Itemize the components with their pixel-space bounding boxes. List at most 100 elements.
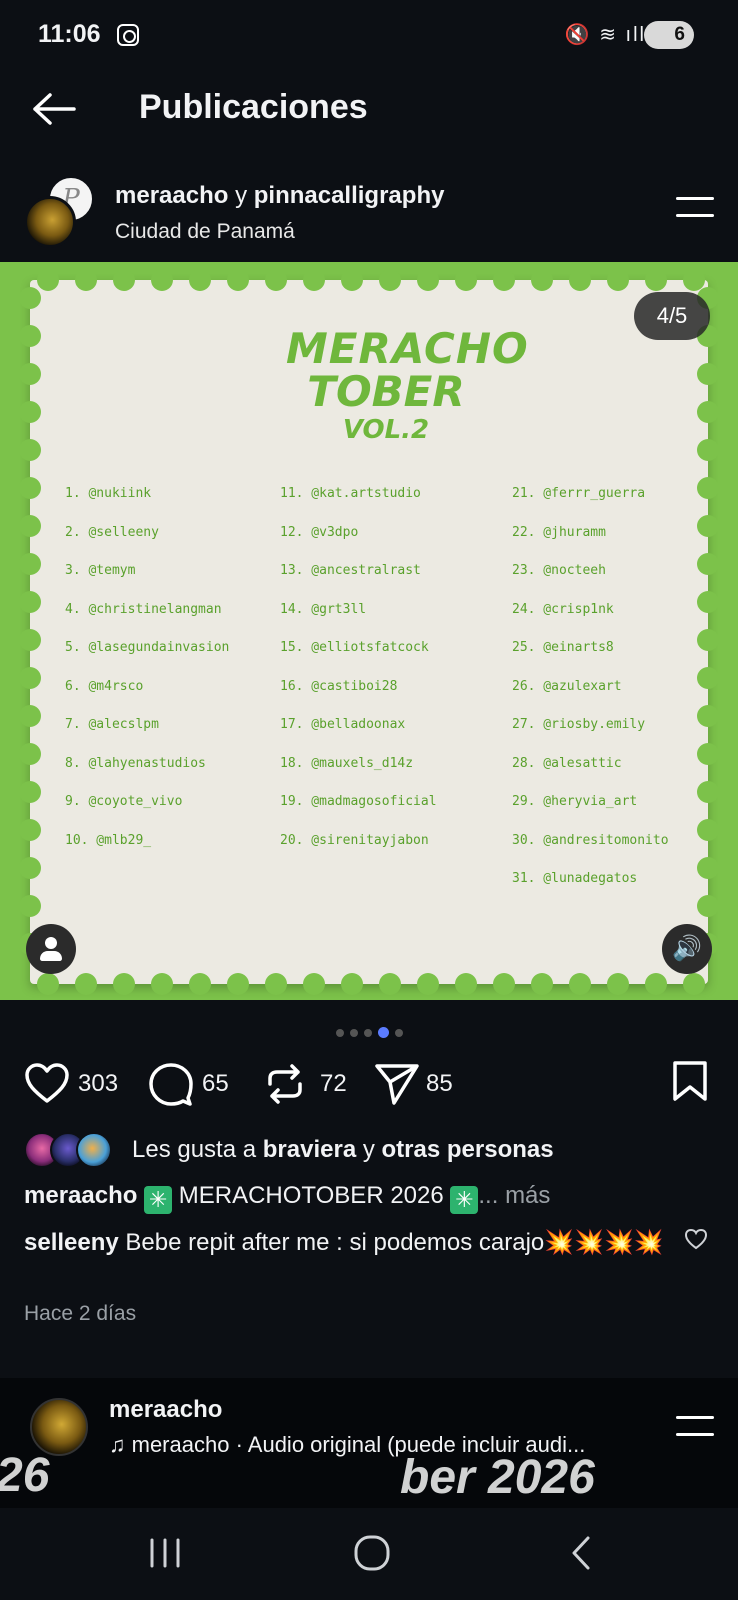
recent-apps-icon[interactable] (148, 1530, 182, 1576)
music-note-icon: ♫ (109, 1432, 132, 1457)
participant-entry: 29. @heryvia_art (512, 794, 638, 809)
participant-entry: 31. @lunadegatos (512, 871, 638, 886)
participant-entry: 12. @v3dpo (280, 524, 359, 540)
caption-more-link[interactable]: ... más (478, 1182, 550, 1209)
participant-entry: 14. @grt3ll (280, 601, 367, 617)
bookmark-icon[interactable] (672, 1060, 708, 1102)
stamp-perforation (19, 591, 41, 613)
page-title: Publicaciones (139, 88, 368, 126)
stamp-perforation (19, 439, 41, 461)
post-options-icon[interactable] (676, 1416, 714, 1440)
liked-by-user[interactable]: braviera (263, 1136, 356, 1163)
post-authors[interactable]: meraacho y pinnacalligraphy (115, 182, 444, 210)
stamp-perforation (645, 973, 667, 995)
carousel-dot (335, 1028, 344, 1037)
tagged-users-icon[interactable] (26, 924, 76, 974)
post-carousel-image[interactable]: MERACHO TOBER VOL.2 1. @nukiink 2. @selle… (0, 262, 738, 1000)
stamp-perforation (697, 515, 719, 537)
participant-entry: 25. @einarts8 (512, 640, 614, 655)
like-count: 303 (78, 1070, 119, 1097)
stamp-perforation (113, 973, 135, 995)
author-primary[interactable]: meraacho (115, 182, 228, 209)
author-join: y (235, 182, 248, 209)
stamp-perforation (19, 743, 41, 765)
stamp-perforation (303, 269, 325, 291)
stamp-perforation (303, 973, 325, 995)
stamp-perforation (417, 973, 439, 995)
stamp-perforation (19, 515, 41, 537)
next-post-preview[interactable]: 26 ber 2026 meraacho ♫ meraacho · Audio … (0, 1378, 738, 1508)
home-icon[interactable] (352, 1530, 392, 1576)
participant-entry: 18. @mauxels_d14z (280, 755, 414, 771)
comment-user[interactable]: selleeny (24, 1229, 119, 1256)
next-post-user[interactable]: meraacho (109, 1396, 222, 1424)
stamp-perforation (19, 553, 41, 575)
author-secondary[interactable]: pinnacalligraphy (254, 182, 445, 209)
participant-entry: 13. @ancestralrast (280, 563, 421, 578)
participant-entry: 26. @azulexart (512, 678, 622, 694)
stamp-perforation (645, 269, 667, 291)
participant-entry: 15. @elliotsfatcock (280, 640, 429, 655)
stamp-perforation (607, 973, 629, 995)
video-background-text: 26 (0, 1449, 50, 1502)
stamp-perforation (37, 269, 59, 291)
participant-entry: 27. @riosby.emily (512, 717, 646, 732)
stamp-perforation (607, 269, 629, 291)
participants-column-2: 11. @kat.artstudio 12. @v3dpo 13. @ancestr… (280, 484, 437, 869)
avatar-meraacho[interactable] (30, 1398, 88, 1456)
comment-count: 65 (202, 1070, 229, 1097)
carousel-dot (394, 1028, 403, 1037)
post-location[interactable]: Ciudad de Panamá (115, 220, 295, 244)
stamp-perforation (341, 269, 363, 291)
stamp-perforation (227, 269, 249, 291)
caption-user[interactable]: meraacho (24, 1182, 137, 1209)
signal-icons: 🔇 ≋ ıll (564, 24, 646, 46)
stamp-perforation (19, 287, 41, 309)
sparkle-emoji-icon: ✳ (144, 1186, 173, 1214)
stamp-perforation (113, 269, 135, 291)
stamp-perforation (697, 667, 719, 689)
stamp-perforation (75, 973, 97, 995)
repost-icon (268, 1064, 302, 1104)
status-bar: 11:06 🔇 ≋ ıll 6 (0, 0, 738, 72)
volume-icon[interactable]: 🔊 (662, 924, 712, 974)
stamp-perforation (265, 973, 287, 995)
participant-entry: 17. @belladoonax (280, 717, 406, 732)
stamp-perforation (341, 973, 363, 995)
sparkle-emoji-icon: ✳ (450, 1186, 479, 1214)
stamp-perforation (697, 401, 719, 423)
nav-back-icon[interactable] (566, 1530, 596, 1576)
stamp-perforation (697, 781, 719, 803)
caption-text: MERACHOTOBER 2026 (178, 1182, 444, 1209)
avatar-meraacho[interactable] (24, 196, 76, 248)
post-timestamp: Hace 2 días (24, 1302, 137, 1325)
participant-entry: 9. @coyote_vivo (65, 794, 183, 809)
stamp-perforation (227, 973, 249, 995)
post-caption[interactable]: meraacho ✳ MERACHOTOBER 2026 ✳... más (24, 1182, 550, 1214)
status-time: 11:06 (38, 20, 101, 48)
stamp-perforation (19, 857, 41, 879)
top-header: Publicaciones (0, 72, 738, 148)
stamp-perforation (531, 269, 553, 291)
stamp-perforation (697, 553, 719, 575)
comment-like-icon[interactable] (684, 1228, 708, 1250)
audio-label[interactable]: ♫ meraacho · Audio original (puede inclu… (109, 1432, 639, 1458)
participant-entry: 2. @selleeny (65, 524, 159, 540)
stamp-perforation (569, 973, 591, 995)
top-comment[interactable]: selleeny Bebe repit after me : si podemo… (24, 1224, 664, 1262)
system-nav-bar (0, 1508, 738, 1600)
post-options-icon[interactable] (676, 197, 714, 221)
back-arrow-icon[interactable] (32, 92, 76, 126)
post-actions: 303 65 72 85 (0, 1060, 738, 1110)
stamp-perforation (697, 591, 719, 613)
liked-by-others[interactable]: otras personas (382, 1136, 554, 1163)
share-count: 85 (426, 1070, 453, 1097)
comment-icon (149, 1063, 193, 1106)
merachotober-logo: MERACHO TOBER VOL.2 (286, 324, 529, 446)
stamp-perforation (189, 269, 211, 291)
liked-by-text: Les gusta a braviera y otras personas (132, 1136, 554, 1163)
post-header: P meraacho y pinnacalligraphy Ciudad de … (0, 170, 738, 250)
participant-entry: 21. @ferrr_guerra (512, 486, 646, 501)
stamp-perforation (37, 973, 59, 995)
stamp-perforation (19, 705, 41, 727)
